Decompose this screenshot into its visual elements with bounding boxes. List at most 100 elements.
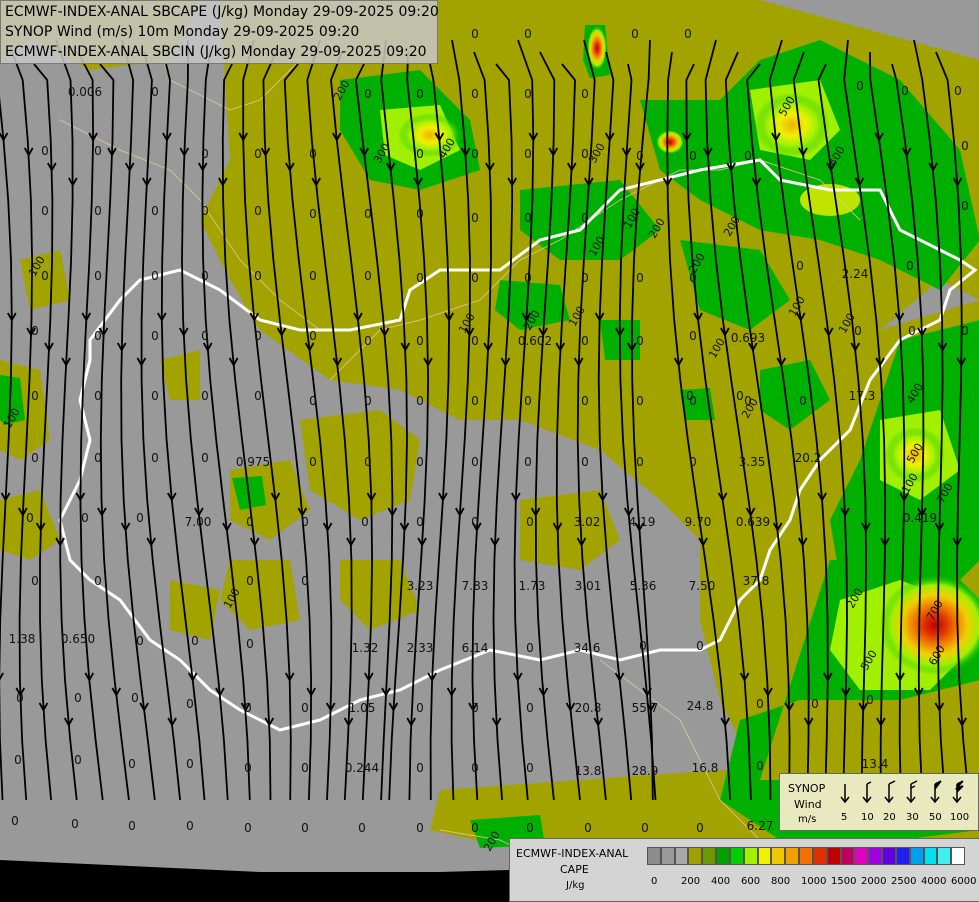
- cape-color-swatch: [660, 847, 675, 865]
- cape-value-label: 1.32: [352, 641, 379, 655]
- cape-value-label: 0: [31, 324, 39, 338]
- cape-value-label: 0: [94, 329, 102, 343]
- cape-value-label: 0: [128, 757, 136, 771]
- cape-value-label: 0: [309, 147, 317, 161]
- cape-value-label: 0: [471, 87, 479, 101]
- cape-value-label: 0: [756, 697, 764, 711]
- cape-value-label: 0: [16, 691, 24, 705]
- cape-value-label: 0: [364, 87, 372, 101]
- cape-value-label: 17.3: [849, 389, 876, 403]
- cape-value-label: 6.27: [747, 819, 774, 833]
- cape-value-label: 0: [581, 334, 589, 348]
- cape-value-label: 0: [151, 451, 159, 465]
- cape-value-label: 0: [686, 389, 694, 403]
- cape-color-swatch: [937, 847, 952, 865]
- cape-value-label: 0: [961, 199, 969, 213]
- cape-value-label: 0: [201, 451, 209, 465]
- cape-value-label: 0: [151, 85, 159, 99]
- cape-value-label: 0: [416, 147, 424, 161]
- cape-value-label: 0: [309, 269, 317, 283]
- cape-value-label: 0: [191, 634, 199, 648]
- cape-value-label: 0: [684, 27, 692, 41]
- cape-value-label: 0: [689, 149, 697, 163]
- cape-value-label: 13.8: [575, 764, 602, 778]
- cape-legend-unit: J/kg: [566, 880, 585, 891]
- cape-legend-tick: 200: [681, 876, 701, 887]
- cape-value-label: 0: [906, 259, 914, 273]
- cape-value-label: 0.419: [903, 511, 937, 525]
- cape-value-label: 0: [309, 455, 317, 469]
- cape-value-label: 0: [364, 207, 372, 221]
- cape-value-label: 0: [961, 139, 969, 153]
- cape-value-label: 0: [901, 84, 909, 98]
- cape-value-label: 16.8: [692, 761, 719, 775]
- cape-value-label: 0: [246, 637, 254, 651]
- cape-value-label: 0: [136, 511, 144, 525]
- cape-max-center-north: [656, 130, 684, 154]
- weather-map: 0.006 0 0 0 0 0 0 0 0 0 0 0 0 0 0 0 0 0 0 0 0 0 0 0 0 0 0 0 0 0 0 0 0 0 0 0…: [0, 0, 979, 900]
- cape-legend-tick: 2500: [891, 876, 917, 887]
- cape-color-legend: ECMWF-INDEX-ANAL CAPE J/kg 0 200 400 600 800…: [509, 838, 979, 902]
- cape-value-label: 0: [416, 394, 424, 408]
- cape-value-label: 0: [471, 821, 479, 835]
- cape-value-label: 0: [364, 269, 372, 283]
- cape-value-label: 3.01: [575, 579, 602, 593]
- synop-legend-title: SYNOP: [788, 782, 826, 795]
- cape-value-label: 0: [471, 211, 479, 225]
- cape-value-label: 0: [364, 334, 372, 348]
- cape-value-label: 0: [301, 821, 309, 835]
- cape-value-label: 0: [696, 639, 704, 653]
- cape-value-label: 0: [416, 334, 424, 348]
- cape-value-label: 0.602: [518, 334, 552, 348]
- wind-speed-50: 50: [929, 812, 942, 823]
- cape-value-label: 3.02: [574, 515, 601, 529]
- cape-color-swatch: [812, 847, 827, 865]
- cape-value-label: 2.33: [407, 641, 434, 655]
- cape-value-label: 0: [131, 691, 139, 705]
- cape-value-label: 0: [471, 27, 479, 41]
- title-box: ECMWF-INDEX-ANAL SBCAPE (J/kg) Monday 29…: [0, 0, 439, 64]
- wind-speed-30: 30: [906, 812, 919, 823]
- cape-value-label: 0.244: [345, 761, 379, 775]
- cape-value-label: 0: [799, 394, 807, 408]
- cape-color-swatch: [882, 847, 896, 865]
- cape-legend-tick: 600: [741, 876, 761, 887]
- cape-color-swatch: [771, 847, 786, 865]
- cape-color-swatch: [716, 847, 730, 865]
- cape-value-label: 0: [526, 515, 534, 529]
- cape-color-swatch: [674, 847, 689, 865]
- cape-legend-tick: 0: [651, 876, 658, 887]
- cape-value-label: 5.36: [630, 579, 657, 593]
- cape-value-label: 0.639: [736, 515, 770, 529]
- cape-color-swatch: [702, 847, 717, 865]
- cape-value-label: 0: [81, 511, 89, 525]
- cape-legend-title: CAPE: [560, 863, 589, 876]
- cape-color-swatch: [647, 847, 661, 865]
- cape-value-label: 0: [416, 761, 424, 775]
- cape-value-label: 0: [866, 693, 874, 707]
- cape-legend-tick: 1500: [831, 876, 857, 887]
- cape-value-label: 7.00: [185, 515, 212, 529]
- cape-value-label: 0: [74, 753, 82, 767]
- cape-legend-tick: 400: [711, 876, 731, 887]
- cape-value-label: 28.9: [632, 764, 659, 778]
- cape-legend-tick: 6000: [951, 876, 977, 887]
- cape-value-label: 0: [736, 389, 744, 403]
- cape-color-swatch: [743, 847, 758, 865]
- cape-value-label: 0: [151, 269, 159, 283]
- cape-value-label: 0: [581, 271, 589, 285]
- cape-value-label: 0: [524, 211, 532, 225]
- cape-value-label: 6.14: [462, 641, 489, 655]
- cape-value-label: 0: [526, 761, 534, 775]
- cape-value-label: 0: [416, 821, 424, 835]
- cape-value-label: 0: [186, 819, 194, 833]
- cape-value-label: 0: [471, 761, 479, 775]
- cape-value-label: 0: [151, 204, 159, 218]
- cape-value-label: 0: [301, 515, 309, 529]
- cape-value-label: 0: [954, 84, 962, 98]
- cape-legend-tick: 2000: [861, 876, 887, 887]
- cape-color-swatch: [868, 847, 883, 865]
- cape-color-swatch: [909, 847, 924, 865]
- cape-value-label: 0: [14, 753, 22, 767]
- cape-color-swatch: [923, 847, 938, 865]
